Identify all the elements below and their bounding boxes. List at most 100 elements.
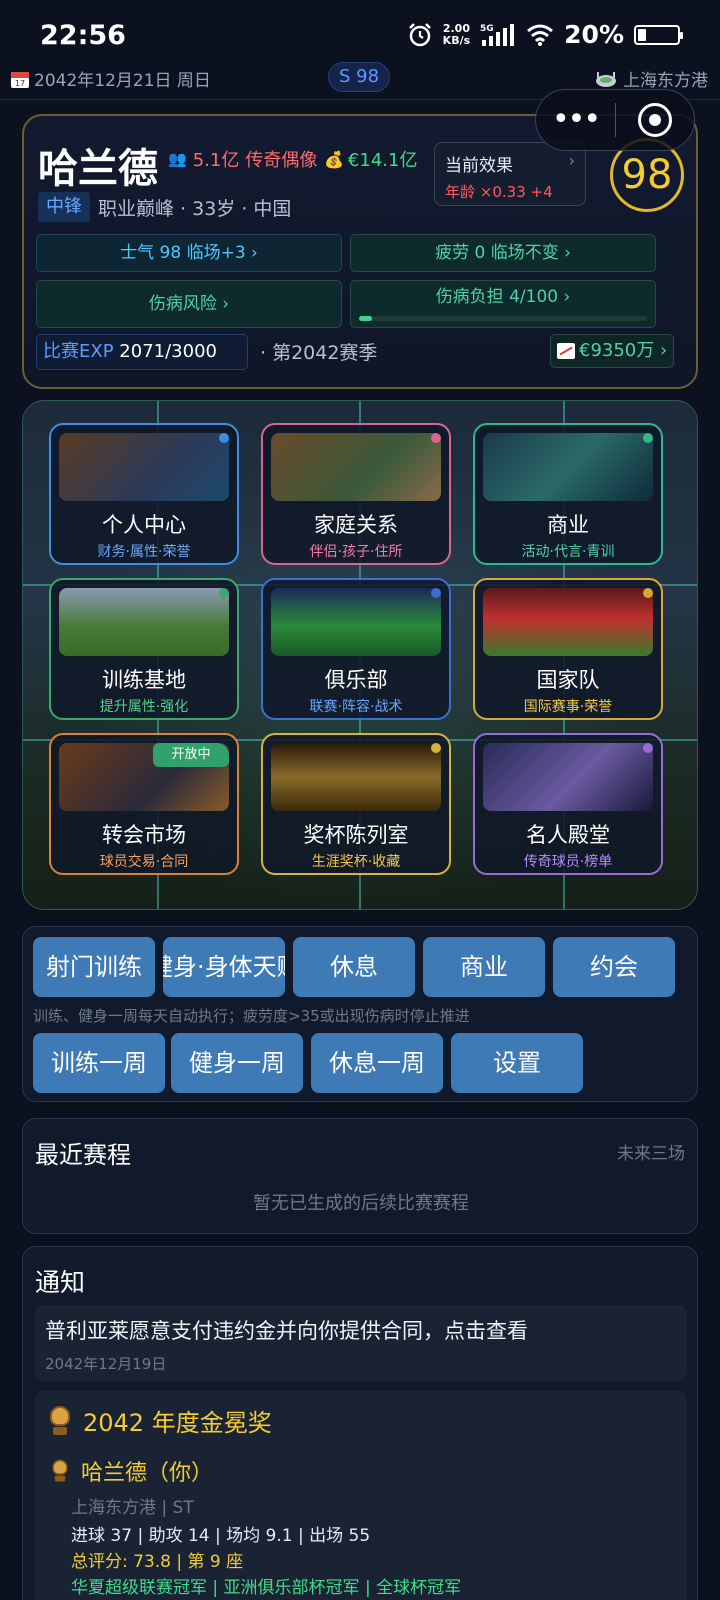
status-dot xyxy=(431,588,441,598)
wealth: 💰 €14.1亿 xyxy=(324,149,418,172)
effect-value: 年龄 ×0.33 +4 xyxy=(445,183,553,201)
status-icons: 2.00 KB/s 5G 20% xyxy=(407,20,683,49)
notification-text: 普利亚莱愿意支付违约金并向你提供合同，点击查看 xyxy=(45,1319,528,1343)
tile-subtitle: 国际赛事·荣誉 xyxy=(523,699,613,715)
weekly-button-3[interactable]: 设置 xyxy=(451,1033,583,1093)
injury-load-bar xyxy=(359,316,647,321)
action-button-1[interactable]: 健身·身体天赋 xyxy=(163,937,285,997)
player-card[interactable]: 哈兰德 👥 5.1亿 传奇偶像 💰 €14.1亿 中锋 职业巅峰 · 33岁 ·… xyxy=(22,114,698,389)
stadium-icon xyxy=(596,71,616,87)
club-name: 上海东方港 xyxy=(595,66,708,91)
tile-0[interactable]: 个人中心财务·属性·荣誉 xyxy=(49,423,239,565)
tile-3[interactable]: 训练基地提升属性·强化 xyxy=(49,578,239,720)
action-button-4[interactable]: 约会 xyxy=(553,937,675,997)
schedule-title: 最近赛程 xyxy=(35,1141,131,1169)
morale-button[interactable]: 士气 98 临场+3 › xyxy=(36,234,342,272)
player-name: 哈兰德 xyxy=(38,146,158,192)
tile-subtitle: 活动·代言·青训 xyxy=(521,544,615,560)
tile-1[interactable]: 家庭关系伴侣·孩子·住所 xyxy=(261,423,451,565)
weekly-button-0[interactable]: 训练一周 xyxy=(33,1033,165,1093)
schedule-empty: 暂无已生成的后续比赛赛程 xyxy=(253,1193,469,1214)
tile-8[interactable]: 名人殿堂传奇球员·榜单 xyxy=(473,733,663,875)
injury-load-fill xyxy=(359,316,372,321)
tile-4[interactable]: 俱乐部联赛·阵容·战术 xyxy=(261,578,451,720)
winner-honors: 华夏超级联赛冠军 | 亚洲俱乐部杯冠军 | 全球杯冠军 xyxy=(71,1578,462,1598)
calendar-icon: 17 xyxy=(11,71,29,88)
notification-award[interactable]: 2042 年度金冕奖 哈兰德（你） 上海东方港 | ST 进球 37 | 助攻 … xyxy=(35,1391,687,1600)
status-bar: 22:56 2.00 KB/s 5G 20% xyxy=(0,0,720,60)
close-miniprogram-button[interactable] xyxy=(616,103,694,137)
action-button-3[interactable]: 商业 xyxy=(423,937,545,997)
tile-subtitle: 生涯奖杯·收藏 xyxy=(311,854,401,870)
alarm-icon xyxy=(408,22,431,46)
tile-title: 家庭关系 xyxy=(314,513,398,537)
fame-level: 传奇偶像 xyxy=(245,150,318,171)
tile-title: 个人中心 xyxy=(102,513,186,537)
tile-image xyxy=(271,588,441,656)
tile-2[interactable]: 商业 活动·代言·青训 xyxy=(473,423,663,565)
open-badge: 开放中 xyxy=(153,743,229,767)
action-button-0[interactable]: 射门训练 xyxy=(33,937,155,997)
notifications-panel: 通知 普利亚莱愿意支付违约金并向你提供合同，点击查看 2042年12月19日 2… xyxy=(22,1246,698,1600)
tile-subtitle: 传奇球员·榜单 xyxy=(523,854,613,870)
weekly-button-1[interactable]: 健身一周 xyxy=(171,1033,303,1093)
miniprogram-capsule: ••• xyxy=(535,89,695,151)
tile-image xyxy=(271,743,441,811)
chevron-right-icon: › xyxy=(568,151,575,170)
tile-title: 训练基地 xyxy=(102,668,186,692)
net-speed: 2.00 KB/s xyxy=(442,21,471,47)
season-badge[interactable]: S 98 xyxy=(328,62,390,92)
tile-title: 转会市场 xyxy=(102,823,186,847)
status-dot xyxy=(431,433,441,443)
tile-subtitle: 联赛·阵容·战术 xyxy=(309,699,403,715)
notifications-title: 通知 xyxy=(35,1268,86,1297)
award-winner: 哈兰德（你） xyxy=(47,1455,213,1487)
season-label: · 第2042赛季 xyxy=(260,342,378,364)
battery-icon xyxy=(634,24,683,45)
svg-text:5G: 5G xyxy=(480,24,494,34)
trophy-icon xyxy=(47,1405,73,1436)
award-title: 2042 年度金冕奖 xyxy=(47,1403,272,1438)
status-dot xyxy=(219,588,229,598)
game-date: 17 2042年12月21日 周日 xyxy=(10,66,211,91)
market-value-button[interactable]: €9350万 › xyxy=(550,334,674,368)
more-options-icon[interactable]: ••• xyxy=(536,105,615,135)
tile-title: 奖杯陈列室 xyxy=(303,823,409,847)
tile-image xyxy=(483,588,653,656)
tile-7[interactable]: 奖杯陈列室生涯奖杯·收藏 xyxy=(261,733,451,875)
tile-image xyxy=(59,588,229,656)
tile-6[interactable]: 开放中 转会市场 球员交易·合同 xyxy=(49,733,239,875)
svg-text:17: 17 xyxy=(15,79,25,88)
action-button-2[interactable]: 休息 xyxy=(293,937,415,997)
player-meta: 职业巅峰 · 33岁 · 中国 xyxy=(98,198,292,220)
match-exp: 比赛EXP 2071/3000 xyxy=(36,334,248,370)
tile-subtitle: 提升属性·强化 xyxy=(99,699,189,715)
current-effect-button[interactable]: 当前效果 › 年龄 ×0.33 +4 xyxy=(434,142,586,206)
injury-risk-button[interactable]: 伤病风险 › xyxy=(36,280,342,328)
tile-title: 俱乐部 xyxy=(324,668,388,692)
winner-score: 总评分: 73.8 | 第 9 座 xyxy=(71,1552,244,1572)
weekly-button-2[interactable]: 休息一周 xyxy=(311,1033,443,1093)
winner-club: 上海东方港 | ST xyxy=(71,1498,194,1518)
tile-subtitle: 伴侣·孩子·住所 xyxy=(309,544,403,560)
fans-count: 👥 5.1亿 传奇偶像 xyxy=(168,146,317,172)
tile-image xyxy=(59,433,229,501)
tile-5[interactable]: 国家队 国际赛事·荣誉 xyxy=(473,578,663,720)
wifi-icon xyxy=(527,24,554,46)
tile-title: 名人殿堂 xyxy=(526,823,610,847)
people-icon: 👥 xyxy=(168,150,187,168)
fatigue-button[interactable]: 疲劳 0 临场不变 › xyxy=(350,234,656,272)
injury-load-label: 伤病负担 4/100 › xyxy=(435,287,571,307)
status-dot xyxy=(643,588,653,598)
status-dot xyxy=(643,433,653,443)
auto-run-hint: 训练、健身一周每天自动执行；疲劳度>35或出现伤病时停止推进 xyxy=(33,1007,470,1025)
signal-icon: 5G xyxy=(480,23,515,46)
injury-load-button[interactable]: 伤病负担 4/100 › xyxy=(350,280,656,328)
money-bag-icon: 💰 xyxy=(324,149,344,169)
clock: 22:56 xyxy=(40,20,126,51)
notification-contract-offer[interactable]: 普利亚莱愿意支付违约金并向你提供合同，点击查看 2042年12月19日 xyxy=(35,1305,687,1381)
tile-subtitle: 财务·属性·荣誉 xyxy=(97,544,191,560)
tile-image xyxy=(483,433,653,501)
trend-chart-icon xyxy=(557,343,575,359)
battery-percent: 20% xyxy=(564,20,624,49)
